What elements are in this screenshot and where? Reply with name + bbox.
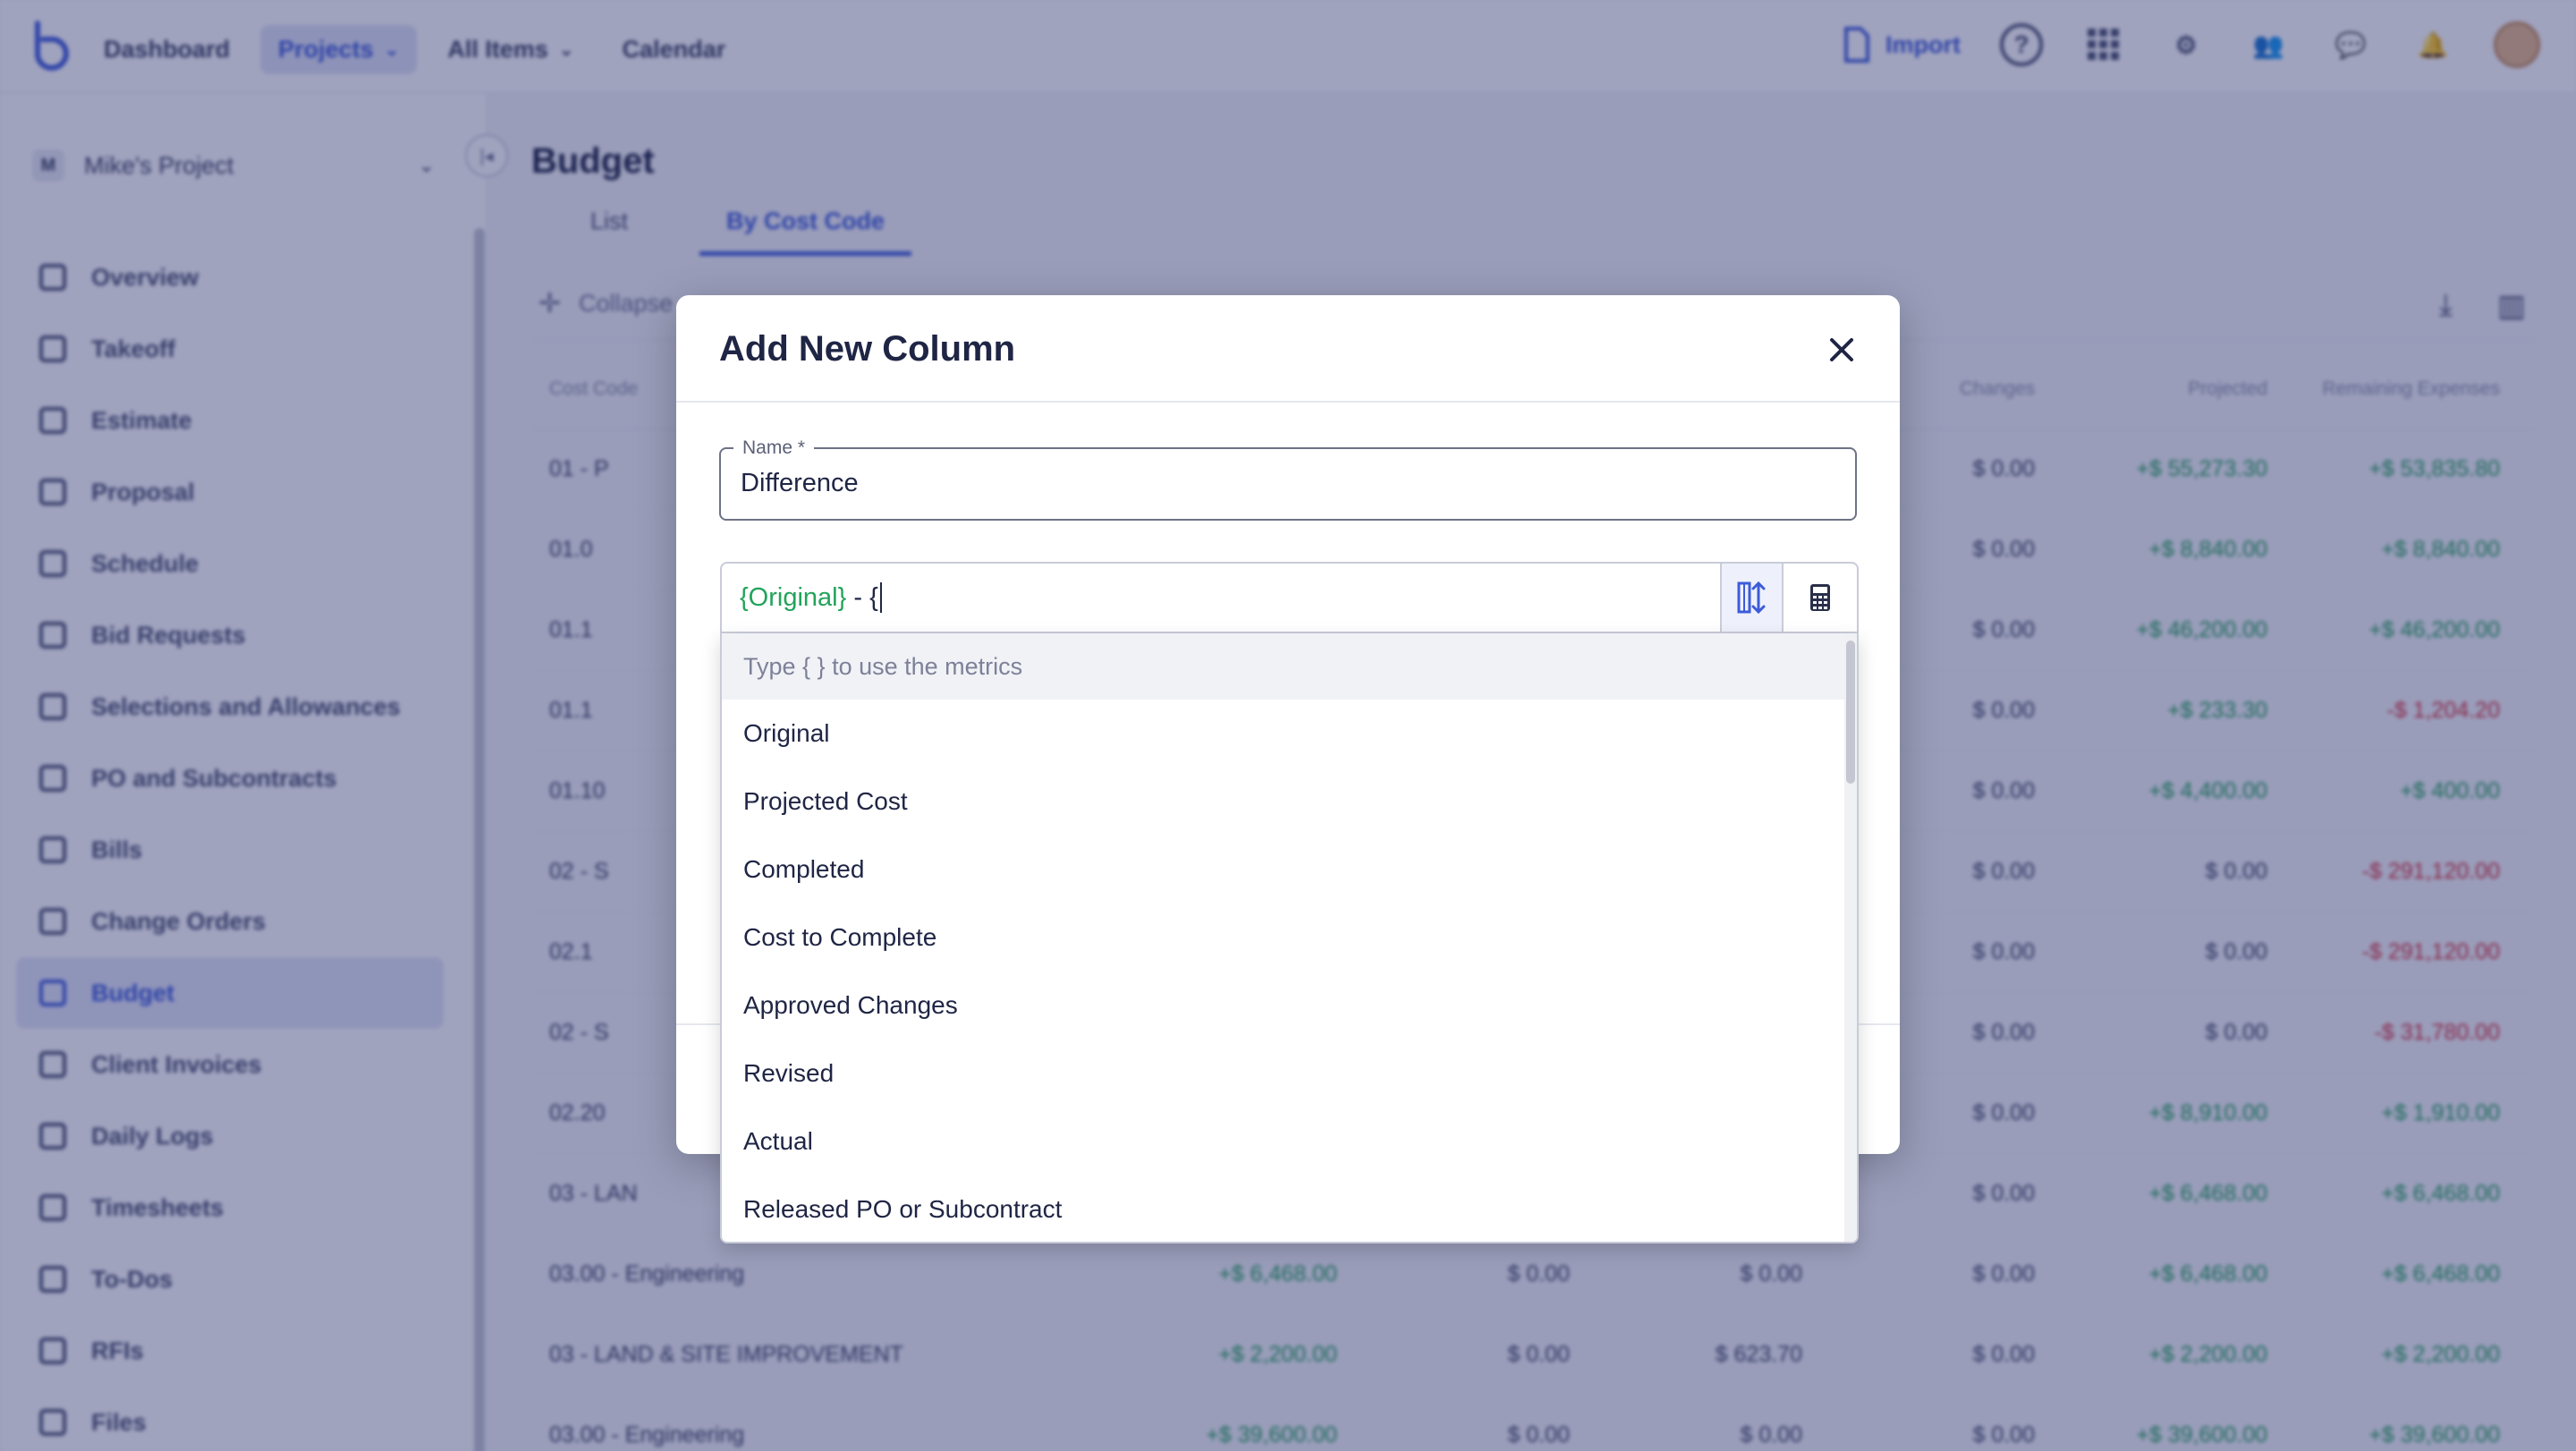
calculator-button[interactable] — [1782, 562, 1859, 633]
metric-option-approved-changes[interactable]: Approved Changes — [722, 972, 1847, 1039]
metric-option-released-po[interactable]: Released PO or Subcontract — [722, 1175, 1847, 1242]
formula-metric-token: {Original} — [740, 582, 847, 612]
formula-text: - { — [846, 582, 878, 612]
metric-option-revised[interactable]: Revised — [722, 1039, 1847, 1107]
metric-option-completed[interactable]: Completed — [722, 836, 1847, 904]
dropdown-hint: Type { } to use the metrics — [722, 633, 1847, 700]
insert-metric-button[interactable] — [1720, 562, 1784, 633]
metric-option-cost-to-complete[interactable]: Cost to Complete — [722, 904, 1847, 972]
name-field-label: Name * — [733, 437, 815, 459]
formula-input[interactable]: {Original} - { — [720, 562, 1722, 633]
close-button[interactable] — [1819, 327, 1864, 372]
close-icon — [1830, 338, 1853, 361]
modal-header: Add New Column — [676, 295, 1900, 403]
modal-title: Add New Column — [719, 329, 1016, 369]
dropdown-scrollbar-thumb[interactable] — [1846, 641, 1855, 784]
metric-option-actual[interactable]: Actual — [722, 1107, 1847, 1175]
metrics-dropdown: Type { } to use the metrics Original Pro… — [720, 633, 1859, 1243]
name-field[interactable]: Name * — [719, 437, 1857, 521]
column-sort-icon — [1737, 581, 1765, 615]
calculator-icon — [1810, 584, 1830, 611]
text-caret — [879, 582, 882, 613]
metric-option-original[interactable]: Original — [722, 700, 1847, 768]
name-input[interactable] — [741, 469, 1832, 498]
metric-option-projected-cost[interactable]: Projected Cost — [722, 768, 1847, 836]
